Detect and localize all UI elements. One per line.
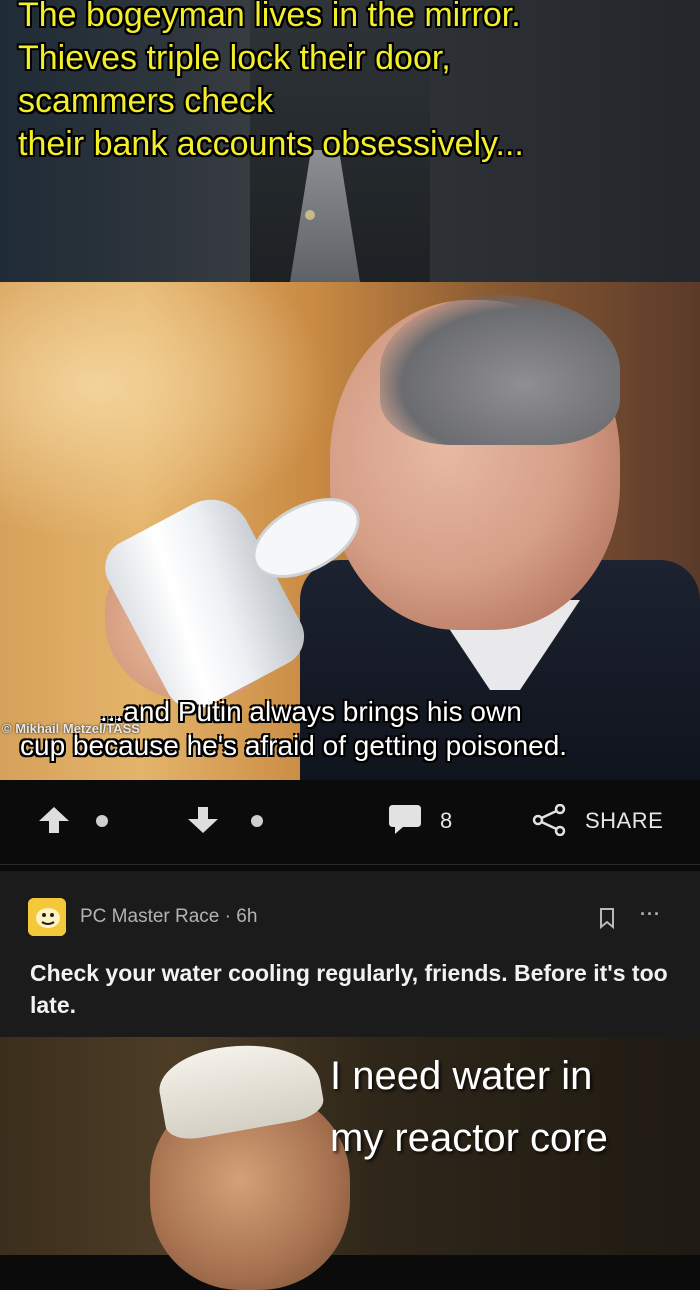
meme-image[interactable]: The bogeyman lives in the mirror. Thieve… <box>0 0 700 780</box>
community-name[interactable]: PC Master Race · 6h <box>80 906 257 928</box>
downvote-button[interactable] <box>186 805 220 840</box>
comment-count: 8 <box>440 808 453 833</box>
bookmark-button[interactable] <box>598 907 616 934</box>
photo-credit: © Mikhail Metzel/TASS <box>2 721 140 736</box>
bookmark-icon <box>600 908 614 930</box>
jacket-button <box>305 210 315 220</box>
second-meme-caption: I need water in my reactor core <box>330 1054 608 1160</box>
background-blur <box>0 282 330 542</box>
share-label[interactable]: SHARE <box>585 808 663 834</box>
share-icon <box>532 803 566 837</box>
more-options-button[interactable]: ··· <box>640 904 661 925</box>
hair-figure <box>380 295 620 445</box>
upvote-score-dot <box>96 815 108 827</box>
upvote-button[interactable] <box>37 805 71 840</box>
arrow-down-icon <box>188 807 218 833</box>
comments-button[interactable] <box>387 803 423 840</box>
share-button[interactable] <box>532 803 568 841</box>
downvote-score-dot <box>251 815 263 827</box>
meme-caption-top: The bogeyman lives in the mirror. Thieve… <box>18 0 524 163</box>
comment-bubble-icon <box>389 805 421 834</box>
post-title[interactable]: Check your water cooling regularly, frie… <box>30 957 670 1021</box>
arrow-up-icon <box>39 807 69 833</box>
pcmr-avatar-icon[interactable] <box>28 898 66 936</box>
